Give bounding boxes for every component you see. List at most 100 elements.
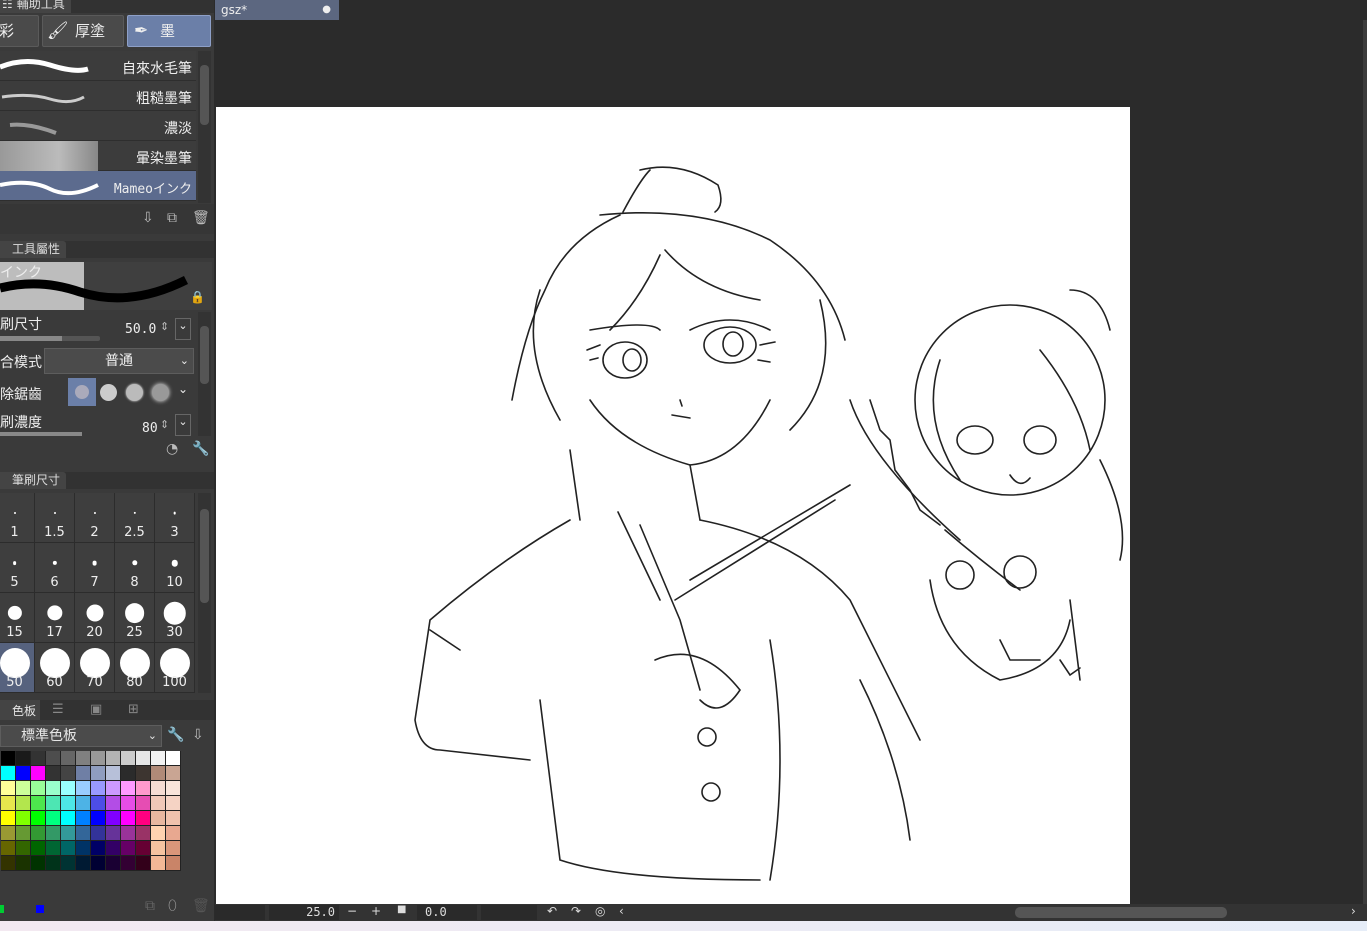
color-swatch[interactable] (76, 856, 91, 871)
brush-size-option[interactable]: 17 (35, 593, 75, 643)
color-swatch[interactable] (151, 781, 166, 796)
density-value[interactable]: 80 (142, 421, 158, 436)
color-swatch[interactable] (31, 856, 46, 871)
density-dynamics-icon[interactable]: ⌄ (175, 414, 191, 436)
color-swatch[interactable] (31, 811, 46, 826)
tool-property-scrollbar[interactable] (198, 312, 211, 436)
trash-icon[interactable]: 🗑 (192, 210, 210, 226)
color-swatch[interactable] (46, 826, 61, 841)
palette-menu-icon[interactable]: ☷ (2, 0, 13, 11)
brush-size-option[interactable]: 100 (155, 643, 195, 693)
color-swatch[interactable] (121, 766, 136, 781)
zoom-out-icon[interactable]: − (347, 904, 357, 918)
stepper-icon[interactable]: ⇕ (160, 320, 169, 333)
zoom-input[interactable]: 25.0 (269, 905, 339, 920)
color-swatch[interactable] (151, 856, 166, 871)
color-swatch[interactable] (136, 841, 151, 856)
antialias-weak-option[interactable] (100, 384, 117, 401)
color-swatch[interactable] (1, 751, 16, 766)
tab-layer-icon[interactable]: ▣ (90, 702, 102, 717)
brush-size-option[interactable]: 10 (155, 543, 195, 593)
tab-document[interactable]: gsz* ● (215, 0, 339, 20)
color-swatch[interactable] (136, 766, 151, 781)
brush-size-scrollbar[interactable] (198, 493, 211, 693)
color-swatch[interactable] (76, 796, 91, 811)
color-swatch[interactable] (1, 841, 16, 856)
tab-color-set[interactable]: 色板 (0, 700, 41, 720)
brush-size-option[interactable]: 20 (75, 593, 115, 643)
density-slider[interactable] (0, 432, 82, 436)
brush-size-option[interactable]: 2.5 (115, 493, 155, 543)
color-swatch[interactable] (91, 781, 106, 796)
color-swatch[interactable] (166, 781, 181, 796)
color-swatch[interactable] (121, 751, 136, 766)
color-swatch[interactable] (166, 826, 181, 841)
brush-size-option[interactable]: 50 (0, 643, 35, 693)
subtool-tab-ink[interactable]: ✒ 墨 (127, 15, 211, 47)
color-swatch[interactable] (16, 826, 31, 841)
brush-size-option[interactable]: 7 (75, 543, 115, 593)
brush-size-option[interactable]: 2 (75, 493, 115, 543)
navigator-thumbnail[interactable] (215, 905, 265, 920)
color-swatch[interactable] (166, 751, 181, 766)
color-swatch[interactable] (106, 766, 121, 781)
color-swatch[interactable] (16, 781, 31, 796)
brush-size-option[interactable]: 1 (0, 493, 35, 543)
brush-size-slider[interactable] (0, 336, 100, 341)
color-swatch[interactable] (16, 811, 31, 826)
color-swatch[interactable] (91, 856, 106, 871)
color-swatch[interactable] (166, 856, 181, 871)
brush-size-option[interactable]: 25 (115, 593, 155, 643)
sub-color-chip[interactable] (36, 905, 44, 913)
lock-icon[interactable]: 🔒 (190, 290, 205, 304)
color-swatch[interactable] (31, 826, 46, 841)
color-swatch[interactable] (61, 766, 76, 781)
copy-icon[interactable]: ⧉ (145, 898, 155, 914)
color-swatch[interactable] (121, 796, 136, 811)
color-swatch[interactable] (91, 751, 106, 766)
color-swatch[interactable] (76, 781, 91, 796)
reset-rotation-icon[interactable]: ◎ (595, 904, 605, 918)
brush-size-option[interactable]: 3 (155, 493, 195, 543)
color-swatch[interactable] (46, 781, 61, 796)
color-swatch[interactable] (1, 766, 16, 781)
brush-size-option[interactable]: 60 (35, 643, 75, 693)
brush-list-scrollbar[interactable] (198, 51, 211, 203)
horizontal-scrollbar-thumb[interactable] (1015, 907, 1227, 918)
scroll-right-icon[interactable]: › (1351, 904, 1356, 918)
color-swatch[interactable] (76, 811, 91, 826)
color-swatch[interactable] (1, 781, 16, 796)
brush-size-option[interactable]: 80 (115, 643, 155, 693)
brush-size-option[interactable]: 6 (35, 543, 75, 593)
color-swatch[interactable] (121, 826, 136, 841)
color-swatch[interactable] (166, 796, 181, 811)
color-swatch[interactable] (61, 841, 76, 856)
color-swatch[interactable] (91, 841, 106, 856)
color-swatch[interactable] (46, 796, 61, 811)
subtool-tab-thick-paint[interactable]: 🖌 厚塗 (42, 15, 124, 47)
duplicate-subtool-icon[interactable]: ⧉ (167, 210, 177, 226)
close-dot-icon[interactable]: ● (322, 0, 331, 20)
chevron-down-icon[interactable]: ⌄ (178, 382, 188, 396)
color-swatch[interactable] (151, 826, 166, 841)
tab-navigator-icon[interactable]: ⊞ (128, 702, 139, 717)
zoom-in-icon[interactable]: + (371, 904, 381, 918)
canvas-paper[interactable] (216, 107, 1130, 904)
rotate-right-icon[interactable]: ↷ (571, 904, 581, 918)
color-swatch[interactable] (136, 781, 151, 796)
color-swatch[interactable] (151, 766, 166, 781)
tab-color-slider-icon[interactable]: ☰ (52, 702, 64, 717)
trash-icon[interactable]: 🗑 (192, 898, 210, 914)
brush-item-tap-water-brush[interactable]: 自來水毛筆 (0, 51, 196, 81)
color-swatch[interactable] (166, 811, 181, 826)
color-swatch[interactable] (31, 781, 46, 796)
brush-item-bleed-ink-pen[interactable]: 暈染墨筆 (0, 141, 196, 171)
rotate-left-icon[interactable]: ↶ (547, 904, 557, 918)
color-swatch[interactable] (61, 796, 76, 811)
brush-size-option[interactable]: 1.5 (35, 493, 75, 543)
wrench-icon[interactable]: 🔧 (192, 441, 209, 457)
color-swatch[interactable] (121, 856, 136, 871)
color-swatch[interactable] (16, 751, 31, 766)
angle-input[interactable]: 0.0 (417, 905, 477, 920)
antialias-strong-option[interactable] (152, 384, 169, 401)
